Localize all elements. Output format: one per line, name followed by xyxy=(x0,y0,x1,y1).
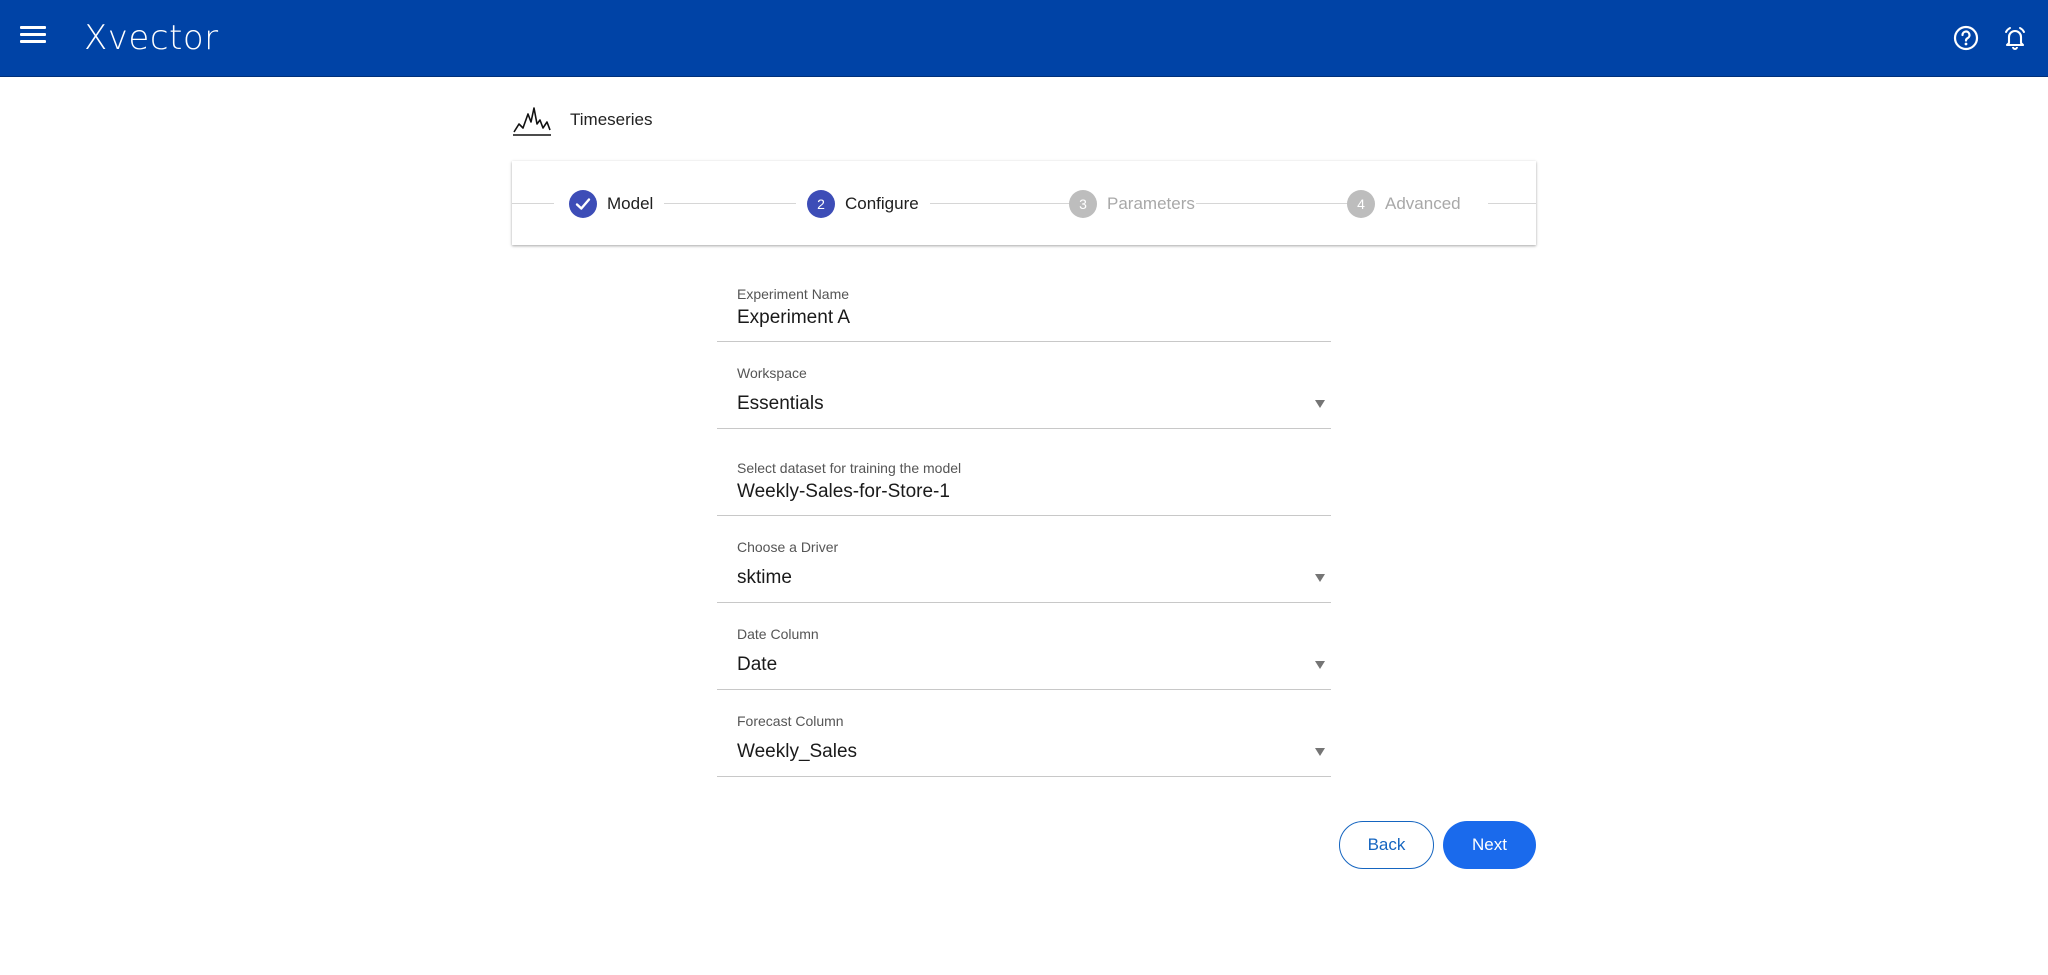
dropdown-arrow-icon[interactable] xyxy=(1315,661,1325,669)
field-value: Weekly_Sales xyxy=(737,741,858,762)
wizard-stepper: Model 2 Configure 3 Parameters 4 Advance… xyxy=(512,161,1536,245)
stepper-connector xyxy=(930,203,1070,204)
field-value: Weekly-Sales-for-Store-1 xyxy=(737,481,950,502)
field-label: Choose a Driver xyxy=(737,539,839,555)
step-parameters[interactable]: 3 Parameters xyxy=(1069,190,1195,218)
field-label: Select dataset for training the model xyxy=(737,460,962,476)
dropdown-arrow-icon[interactable] xyxy=(1315,748,1325,756)
page-title: Timeseries xyxy=(570,110,653,129)
step-number: 2 xyxy=(807,190,835,218)
stepper-connector xyxy=(1196,203,1348,204)
dropdown-arrow-icon[interactable] xyxy=(1315,400,1325,408)
field-value: Essentials xyxy=(737,393,824,414)
bell-alert-icon[interactable] xyxy=(2001,24,2029,52)
top-app-bar: Xvector xyxy=(0,0,2048,77)
next-button[interactable]: Next xyxy=(1443,821,1536,869)
back-button[interactable]: Back xyxy=(1339,821,1434,869)
forecast-column-select[interactable]: Forecast Column Weekly_Sales xyxy=(717,704,1331,777)
hamburger-menu-icon[interactable] xyxy=(20,26,46,50)
dataset-field[interactable]: Select dataset for training the model We… xyxy=(717,452,1331,516)
step-label: Parameters xyxy=(1107,194,1195,213)
stepper-connector xyxy=(1488,203,1536,204)
date-column-select[interactable]: Date Column Date xyxy=(717,617,1331,690)
step-model[interactable]: Model xyxy=(569,190,653,218)
field-value: Date xyxy=(737,654,778,675)
stepper-connector xyxy=(512,203,554,204)
driver-select[interactable]: Choose a Driver sktime xyxy=(717,530,1331,603)
step-label: Model xyxy=(607,194,654,213)
step-label: Configure xyxy=(845,194,919,213)
step-label: Advanced xyxy=(1385,194,1461,213)
field-label: Date Column xyxy=(737,626,819,642)
step-configure[interactable]: 2 Configure xyxy=(807,190,919,218)
help-circle-icon[interactable] xyxy=(1952,24,1980,52)
field-label: Forecast Column xyxy=(737,713,844,729)
stepper-connector xyxy=(664,203,796,204)
step-advanced[interactable]: 4 Advanced xyxy=(1347,190,1461,218)
timeseries-chart-icon xyxy=(513,107,551,136)
field-label: Experiment Name xyxy=(737,286,850,302)
experiment-name-field[interactable]: Experiment Name Experiment A xyxy=(717,278,1331,342)
field-value: sktime xyxy=(737,567,792,588)
field-label: Workspace xyxy=(737,365,807,381)
step-number: 4 xyxy=(1347,190,1375,218)
check-icon xyxy=(569,190,597,218)
step-number: 3 xyxy=(1069,190,1097,218)
dropdown-arrow-icon[interactable] xyxy=(1315,574,1325,582)
field-value: Experiment A xyxy=(737,307,850,328)
brand-logo[interactable]: Xvector xyxy=(84,14,219,62)
workspace-select[interactable]: Workspace Essentials xyxy=(717,356,1331,429)
